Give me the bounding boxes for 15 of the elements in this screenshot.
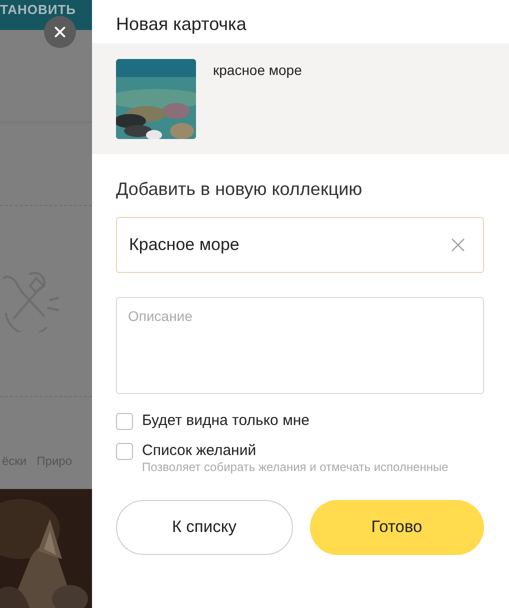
done-button[interactable]: Готово <box>310 500 484 555</box>
description-field[interactable]: Описание <box>116 297 484 394</box>
close-button[interactable] <box>44 16 76 48</box>
checkbox[interactable] <box>116 443 133 460</box>
clear-icon[interactable] <box>451 238 465 252</box>
section-title: Добавить в новую коллекцию <box>116 179 364 200</box>
checkbox[interactable] <box>116 413 133 430</box>
card-caption: красное море <box>213 62 302 80</box>
name-field[interactable]: Красное море <box>116 217 484 273</box>
panel-title: Новая карточка <box>115 13 248 36</box>
option-label: Будет видна только мне <box>142 412 310 429</box>
option-hint: Позволяет собирать желания и отмечать исполненные <box>142 460 448 474</box>
option-label: Список желаний <box>142 442 258 459</box>
close-icon[interactable] <box>54 26 66 38</box>
back-button[interactable]: К списку <box>116 500 292 555</box>
